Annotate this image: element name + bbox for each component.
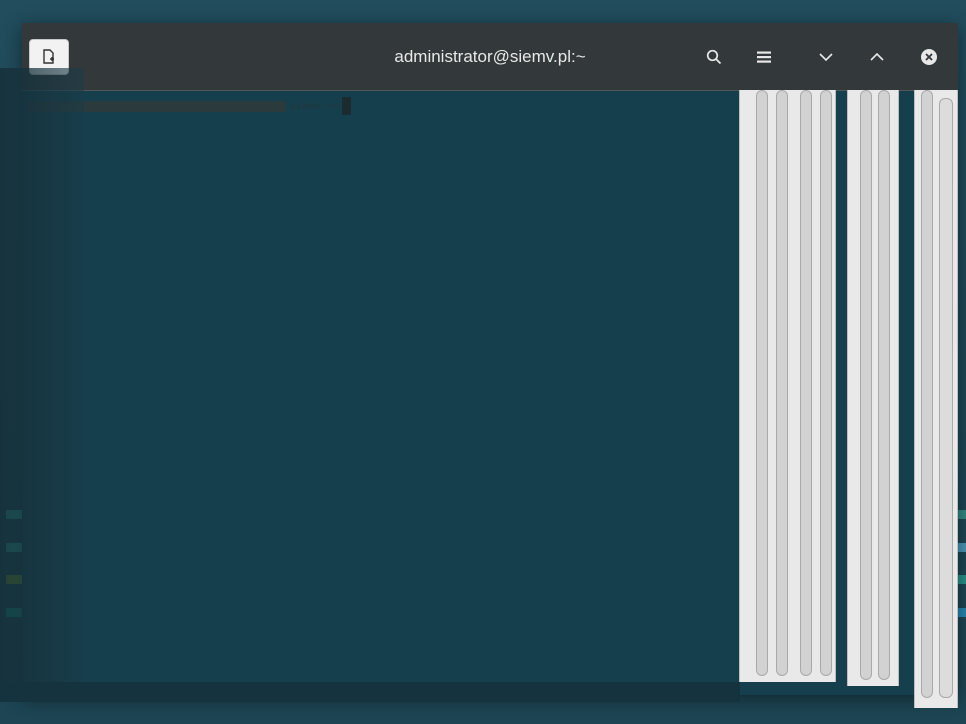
scrollbar-ghost (739, 90, 836, 682)
window-ghost-bottom (0, 682, 740, 702)
scrollbar-trough (921, 90, 933, 698)
scrollbar-ghost (847, 90, 899, 686)
scrollbar-trough (860, 90, 872, 680)
new-tab-icon (43, 49, 54, 64)
scrollbar-trough (820, 90, 832, 676)
window-ghost-edge (0, 68, 84, 690)
scrollbar-trough (756, 90, 768, 676)
prompt-text: siemv:~> (290, 100, 339, 112)
terminal-cursor (342, 97, 352, 115)
scrollbar-trough (800, 90, 812, 676)
close-button[interactable] (915, 43, 943, 71)
desktop: administrator@siemv.pl:~ siemv:~> (0, 0, 966, 724)
search-icon (706, 49, 722, 65)
minimize-button[interactable] (812, 43, 840, 71)
scrollbar-trough (776, 90, 788, 676)
maximize-button[interactable] (863, 43, 891, 71)
search-button[interactable] (700, 43, 728, 71)
chevron-up-icon (870, 52, 884, 61)
close-icon (921, 49, 937, 65)
scrollbar-trough (878, 90, 890, 680)
scrollbar[interactable] (914, 90, 958, 708)
menu-button[interactable] (750, 43, 778, 71)
hamburger-menu-icon (757, 51, 771, 63)
chevron-down-icon (819, 53, 833, 62)
title-bar[interactable]: administrator@siemv.pl:~ (22, 23, 958, 91)
scrollbar-thumb[interactable] (939, 98, 953, 698)
